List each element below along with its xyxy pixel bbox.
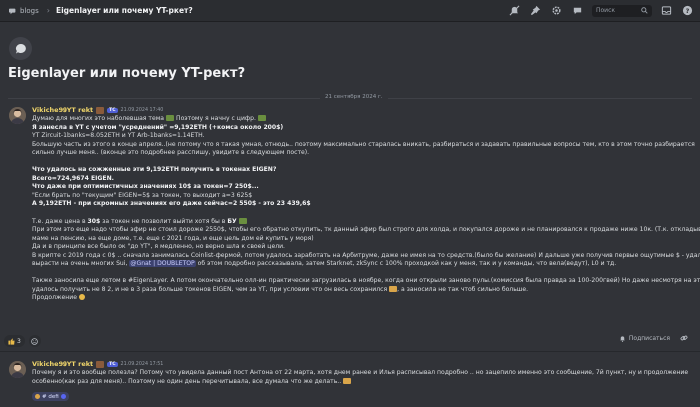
message-line: об этом подробно рассказывала, затем Sta…	[195, 260, 617, 268]
money-emoji-icon	[166, 115, 175, 121]
inbox-icon[interactable]	[660, 4, 673, 17]
thinking-emoji-icon	[343, 377, 352, 384]
message-line: 30$	[87, 217, 101, 225]
money-emoji-icon	[257, 115, 266, 121]
top-bar: blogs › Eigenlayer или почему YT-ркет? П…	[0, 0, 700, 22]
cat-badge-icon	[96, 361, 105, 368]
smile-plus-icon	[31, 337, 39, 345]
post-tags[interactable]: # defi	[32, 392, 69, 401]
message-line: При этом это еще надо чтобы эфир не стои…	[32, 226, 700, 234]
thumbs-up-emoji-icon	[8, 337, 15, 345]
pin-icon[interactable]	[529, 4, 542, 17]
pray-emoji-icon	[389, 285, 398, 292]
tag-chat-icon	[60, 394, 66, 399]
message-line: особенно(как раз для меня).. Поэтому не …	[32, 377, 342, 385]
message-line: Да и в принципе все было ок "до YT", я м…	[32, 243, 285, 251]
reaction-pill[interactable]: 3	[4, 335, 25, 347]
username[interactable]: Vikiche9𝟗YT rekt	[32, 106, 93, 115]
timestamp: 21.09.2024 17:40	[120, 108, 164, 113]
message-line: вырасти на очень многих Sui,	[32, 260, 130, 268]
message-line: Большую часть из этого в конце апреля..(…	[32, 140, 695, 148]
message-separator	[0, 351, 700, 352]
subscribe-label: Подписаться	[628, 334, 670, 342]
message-content: Думаю для многих это наболевшая тема Поэ…	[32, 115, 700, 303]
message-line: за токен не позволит выйти хотя бы в	[100, 217, 228, 225]
point-down-emoji-icon	[78, 294, 85, 301]
help-icon[interactable]: ?	[681, 4, 694, 17]
date-divider-label: 21 сентября 2024 г.	[320, 94, 388, 100]
search-input[interactable]: Поиск	[592, 4, 652, 17]
link-icon[interactable]	[680, 334, 688, 342]
reaction-count: 3	[17, 337, 21, 345]
message-content: Почему я и это вообще полезла? Потому чт…	[32, 369, 692, 386]
chevron-right-icon: ›	[46, 6, 50, 15]
user-mention[interactable]: @Gnat | DOUBLETOP	[129, 260, 196, 268]
svg-text:?: ?	[686, 7, 690, 15]
avatar[interactable]	[9, 107, 26, 124]
message-line: А 9,192ETH - при скромных значениях его …	[32, 200, 311, 208]
message-line: маме на пенсию, на еще доме, т.е. еще с …	[32, 234, 314, 242]
message-line: Т.е. даже цена в	[32, 217, 88, 225]
mute-bell-icon[interactable]	[508, 4, 521, 17]
role-tag: TC	[107, 108, 118, 113]
search-placeholder: Поиск	[596, 7, 616, 14]
message-line: удалось получить не 8 2, и не в 3 раза б…	[32, 285, 388, 293]
thread-title: Eigenlayer или почему YT-ркет?	[55, 6, 193, 15]
message-line: сильно лучше меня.. (вконце это подробне…	[32, 149, 310, 157]
money-bag-icon	[35, 394, 40, 399]
avatar[interactable]	[9, 361, 26, 378]
subscribe-button[interactable]: Подписаться	[619, 335, 670, 342]
message-line: Поэтому я начну с цифр.	[174, 115, 256, 122]
search-icon	[641, 7, 648, 14]
thread-heading: Eigenlayer или почему YT-рект?	[8, 66, 246, 81]
threads-icon[interactable]	[571, 4, 584, 17]
message-line: YT Zircuit-1banks=8.052ETH и YT Arb-1ban…	[32, 132, 205, 140]
add-reaction-button[interactable]	[28, 335, 41, 347]
message-line: Всего=724,9674 EIGEN.	[32, 174, 114, 182]
tag-label: # defi	[42, 393, 59, 400]
role-tag: TC	[107, 362, 118, 367]
bell-icon	[620, 335, 625, 342]
thread-chat-icon	[9, 37, 32, 60]
cat-badge-icon	[96, 107, 105, 114]
message-line: Почему я и это вообще полезла? Потому чт…	[32, 369, 689, 376]
breadcrumb[interactable]: blogs	[9, 7, 39, 15]
username[interactable]: Vikiche9𝟗YT rekt	[32, 360, 93, 369]
forum-channel-icon	[9, 8, 16, 14]
reaction-bar: 3 Подписаться	[4, 334, 696, 348]
message-line: В крипте с 2019 года с 0$ .. сначала зан…	[32, 251, 700, 259]
message-line: Продолжение	[32, 294, 77, 302]
message-line: Что даже при оптимистичных значениях 10$…	[32, 183, 259, 191]
message-line: Думаю для многих это наболевшая тема	[32, 115, 165, 122]
channel-name[interactable]: blogs	[20, 7, 39, 15]
message-line: Я занесла в YT с учетом "усреднений" =9,…	[32, 123, 284, 131]
settings-icon[interactable]	[550, 4, 563, 17]
message-line: , а заносила не так чтоб сильно больше.	[397, 285, 529, 293]
timestamp: 21.09.2024 17:51	[120, 362, 164, 367]
message-line: БУ	[227, 217, 237, 225]
clover-emoji-icon	[238, 217, 247, 224]
message-line: Также заносила еще летом в #EigenLayer. …	[32, 277, 700, 285]
message-line: Что удалось на сожженные эти 9,192ETH по…	[32, 166, 277, 174]
